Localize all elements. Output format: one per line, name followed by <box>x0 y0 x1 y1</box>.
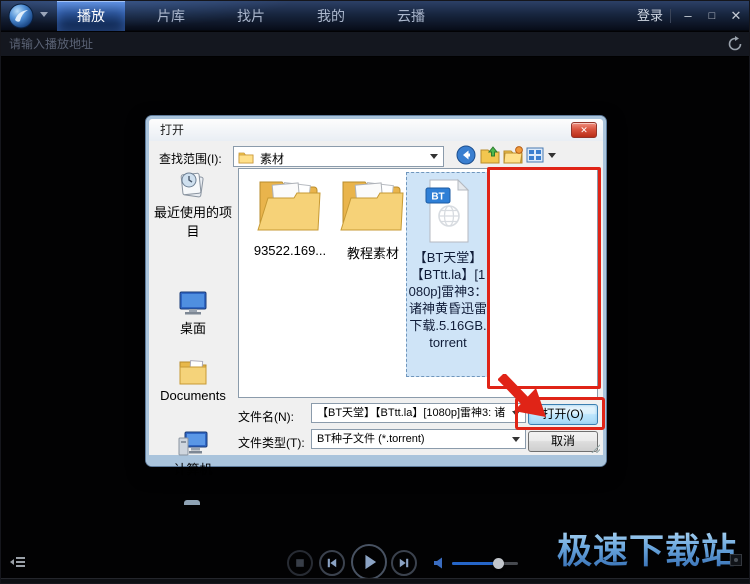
computer-icon <box>177 430 209 457</box>
volume-fill <box>452 562 498 565</box>
stop-icon <box>289 552 311 574</box>
sidebar-item-label: 桌面 <box>180 321 206 336</box>
sidebar-item-label: Documents <box>160 388 226 403</box>
look-in-value: 素材 <box>260 150 284 167</box>
bt-badge: BT <box>431 192 444 203</box>
window-bottom-edge <box>1 578 750 583</box>
folder-item[interactable]: 教程素材 <box>333 174 413 262</box>
chevron-down-icon <box>512 437 520 442</box>
open-folder-icon <box>339 174 407 236</box>
sidebar-item-recent[interactable]: 最近使用的项目 <box>150 170 236 240</box>
folder-name: 93522.169... <box>250 243 330 258</box>
open-file-dialog: 打开 ✕ 查找范围(I): 素材 <box>146 116 606 466</box>
chevron-down-icon <box>548 153 556 158</box>
torrent-file-name: 【BT天堂】【BTtt.la】[1080p]雷神3：诸神黄昏迅雷下载.5.16G… <box>407 249 489 351</box>
sidebar-item-computer[interactable]: 计算机 <box>150 430 236 478</box>
previous-button[interactable] <box>319 550 345 576</box>
folder-item[interactable]: 93522.169... <box>250 174 330 258</box>
app-logo-icon[interactable] <box>8 3 34 29</box>
up-folder-icon[interactable] <box>479 144 501 166</box>
previous-track-icon <box>321 552 343 574</box>
open-button[interactable]: 打开(O) <box>528 404 598 425</box>
tab-mine[interactable]: 我的 <box>301 1 361 31</box>
tab-play[interactable]: 播放 <box>57 1 125 31</box>
dialog-title: 打开 <box>149 119 603 141</box>
file-list[interactable]: 93522.169... 教程素材 <box>238 168 598 398</box>
back-icon[interactable] <box>455 144 477 166</box>
view-menu-icon[interactable] <box>525 144 557 166</box>
annotation-rect-file <box>487 167 601 389</box>
tab-cloud-play[interactable]: 云播 <box>381 1 441 31</box>
folder-name: 教程素材 <box>333 243 413 262</box>
chevron-down-icon <box>512 411 520 416</box>
look-in-combobox[interactable]: 素材 <box>233 146 444 167</box>
file-type-label: 文件类型(T): <box>238 434 305 451</box>
dialog-places-sidebar: 最近使用的项目 桌面 Documents <box>150 168 236 450</box>
volume-icon[interactable] <box>433 556 447 570</box>
sidebar-item-documents[interactable]: Documents <box>150 358 236 403</box>
grid-view-icon <box>525 144 545 166</box>
logo-menu-caret-icon[interactable] <box>40 12 48 17</box>
cancel-button[interactable]: 取消 <box>528 431 598 452</box>
address-bar <box>1 32 750 57</box>
resize-grip[interactable] <box>591 444 600 453</box>
fullscreen-toggle-icon[interactable] <box>730 554 742 566</box>
sidebar-item-partial <box>184 500 200 505</box>
next-track-icon <box>393 552 415 574</box>
maximize-button[interactable]: □ <box>701 1 723 31</box>
chevron-down-icon <box>430 154 438 159</box>
volume-slider[interactable] <box>452 562 518 565</box>
torrent-file-icon: BT <box>422 178 474 244</box>
file-name-label: 文件名(N): <box>238 408 294 425</box>
tab-library[interactable]: 片库 <box>141 1 201 31</box>
documents-folder-icon <box>178 358 208 386</box>
close-button[interactable]: ✕ <box>725 1 747 31</box>
file-type-combobox[interactable]: BT种子文件 (*.torrent) <box>311 429 526 449</box>
play-button[interactable] <box>351 544 387 580</box>
playlist-toggle-icon[interactable] <box>10 555 26 569</box>
stop-button[interactable] <box>287 550 313 576</box>
minimize-button[interactable]: – <box>677 1 699 31</box>
new-folder-icon[interactable] <box>502 144 524 166</box>
look-in-label: 查找范围(I): <box>159 150 222 167</box>
tab-find[interactable]: 找片 <box>221 1 281 31</box>
sidebar-item-label: 计算机 <box>173 462 212 477</box>
folder-icon <box>238 150 254 164</box>
file-name-combobox[interactable]: 【BT天堂】【BTtt.la】[1080p]雷神3: 诸 <box>311 403 526 423</box>
dialog-close-button[interactable]: ✕ <box>571 122 597 138</box>
play-icon <box>353 546 385 578</box>
player-window: 播放 片库 找片 我的 云播 登录 – □ ✕ 打开 ✕ 查找范围(I): 素材 <box>0 0 750 584</box>
volume-handle[interactable] <box>493 558 504 569</box>
recent-items-icon <box>176 170 210 200</box>
sidebar-item-desktop[interactable]: 桌面 <box>150 290 236 337</box>
desktop-icon <box>177 290 209 316</box>
next-button[interactable] <box>391 550 417 576</box>
open-folder-icon <box>256 174 324 236</box>
play-address-input[interactable] <box>1 32 701 56</box>
titlebar-separator <box>670 9 671 23</box>
file-type-value: BT种子文件 (*.torrent) <box>317 433 425 445</box>
refresh-icon[interactable] <box>727 36 743 52</box>
titlebar: 播放 片库 找片 我的 云播 登录 – □ ✕ <box>1 1 750 31</box>
sidebar-item-label: 最近使用的项目 <box>154 205 232 239</box>
login-button[interactable]: 登录 <box>637 1 663 31</box>
watermark: 极速下载站 <box>557 523 737 574</box>
file-name-value: 【BT天堂】【BTtt.la】[1080p]雷神3: 诸 <box>317 407 505 419</box>
selected-torrent-file[interactable]: BT 【BT天堂】【BTtt.la】[1080p]雷神3：诸神黄昏迅雷下载.5.… <box>406 172 490 377</box>
